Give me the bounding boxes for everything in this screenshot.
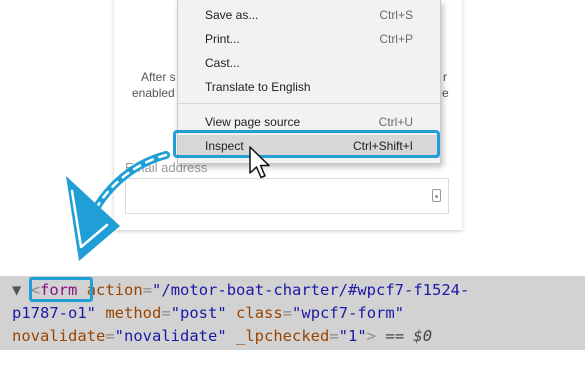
menu-item-shortcut: Ctrl+P <box>379 32 413 46</box>
attr-name: method <box>105 304 162 322</box>
attr-equals: = <box>105 327 115 345</box>
attr-equals: = <box>282 304 293 322</box>
attr-value: "wpcf7-form" <box>292 304 405 322</box>
attr-name: novalidate <box>12 327 106 345</box>
menu-item-label: Print... <box>205 32 240 46</box>
menu-item-label: Translate to English <box>205 80 311 94</box>
page-text-fragment: e <box>442 86 449 100</box>
menu-item-translate[interactable]: Translate to English <box>178 76 440 99</box>
collapse-triangle-icon[interactable]: ▼ <box>12 281 21 299</box>
attr-equals: = <box>329 327 339 345</box>
attr-name: _lpchecked <box>236 327 330 345</box>
attr-value: "/motor-boat-charter/#wpcf7-f1524- <box>152 281 470 299</box>
autofill-key-icon[interactable] <box>432 189 441 202</box>
menu-separator <box>178 103 440 104</box>
menu-item-label: Save as... <box>205 8 259 22</box>
inspect-highlight-box <box>173 130 440 158</box>
attr-equals: = <box>142 281 153 299</box>
attr-value: "novalidate" <box>114 327 227 345</box>
curved-arrow-icon <box>66 151 170 261</box>
menu-item-shortcut: Ctrl+S <box>379 8 413 22</box>
attr-equals: = <box>161 304 171 322</box>
attr-value: p1787-o1" <box>12 304 96 322</box>
menu-item-label: Cast... <box>205 56 240 70</box>
menu-item-cast[interactable]: Cast... <box>178 52 440 75</box>
menu-item-save-as[interactable]: Save as... Ctrl+S <box>178 4 440 27</box>
selected-element-ref: $0 <box>413 327 433 345</box>
attr-value: "1" <box>338 327 367 345</box>
page-text-fragment: r <box>443 70 447 84</box>
attr-name: action <box>86 281 143 299</box>
form-tag-highlight-box <box>29 277 93 302</box>
code-line-3: novalidate="novalidate" _lpchecked="1"> … <box>12 325 432 348</box>
menu-item-print[interactable]: Print... Ctrl+P <box>178 28 440 51</box>
code-line-2: p1787-o1" method="post" class="wpcf7-for… <box>12 302 404 325</box>
devtools-elements-line[interactable]: ▼ <form action="/motor-boat-charter/#wpc… <box>0 276 585 350</box>
selected-equals-marker: == <box>385 327 405 345</box>
attr-value: "post" <box>170 304 227 322</box>
tag-close-bracket: > <box>366 327 377 345</box>
mouse-pointer-icon <box>249 146 270 179</box>
attr-name: class <box>236 304 283 322</box>
